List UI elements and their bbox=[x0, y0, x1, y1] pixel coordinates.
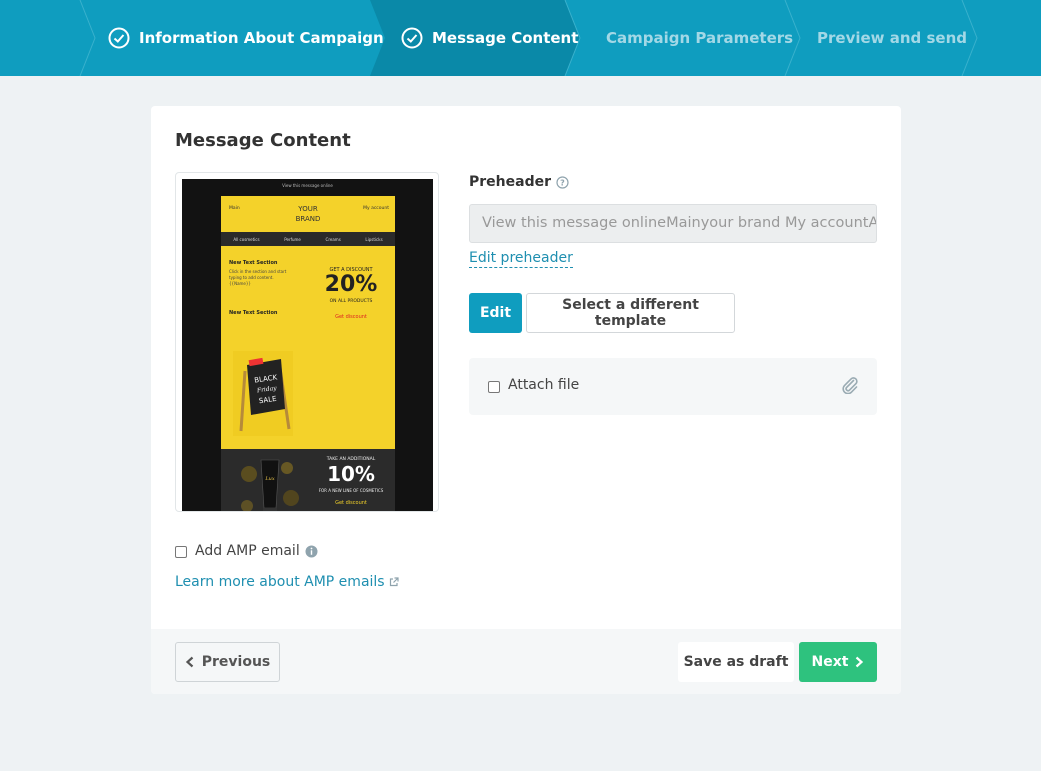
message-content-card: Message Content View this message online… bbox=[151, 106, 901, 694]
step-label: Information About Campaign bbox=[139, 29, 384, 47]
help-icon[interactable]: ? bbox=[556, 175, 569, 189]
preview-email-body: Main YOUR BRAND My account All cosmetics… bbox=[221, 196, 395, 511]
preview-line-text: FOR A NEW LINE OF COSMETICS bbox=[318, 488, 384, 493]
paperclip-icon[interactable] bbox=[841, 376, 859, 394]
preview-top-text: View this message online bbox=[282, 183, 333, 188]
svg-text:Lux: Lux bbox=[264, 476, 275, 482]
preheader-label-text: Preheader bbox=[469, 174, 551, 190]
step-message-content[interactable]: Message Content bbox=[401, 0, 578, 76]
preview-nav-item: Lipsticks bbox=[365, 236, 383, 242]
external-link-icon bbox=[389, 577, 399, 587]
edit-preheader-link[interactable]: Edit preheader bbox=[469, 249, 573, 268]
preheader-label: Preheader ? bbox=[469, 174, 569, 190]
previous-button[interactable]: Previous bbox=[175, 642, 280, 682]
amp-email-label-text: Add AMP email bbox=[195, 543, 300, 559]
next-label: Next bbox=[811, 654, 849, 670]
preview-section2: New Text Section bbox=[229, 310, 278, 316]
preview-nav-item: Creams bbox=[325, 236, 341, 242]
template-preview[interactable]: View this message online Main YOUR BRAND… bbox=[175, 172, 439, 512]
edit-button[interactable]: Edit bbox=[469, 293, 522, 333]
black-friday-sign-image: BLACK Friday SALE bbox=[233, 351, 293, 436]
select-template-button[interactable]: Select a different template bbox=[526, 293, 735, 333]
svg-text:?: ? bbox=[560, 178, 565, 187]
preview-percent2: 10% bbox=[327, 462, 375, 486]
preview-link2: Get discount bbox=[335, 500, 367, 506]
previous-label: Previous bbox=[201, 654, 271, 670]
preview-nav-item: All cosmetics bbox=[233, 236, 260, 242]
info-icon[interactable] bbox=[305, 545, 318, 558]
next-button[interactable]: Next bbox=[799, 642, 877, 682]
learn-more-amp-text: Learn more about AMP emails bbox=[175, 574, 385, 590]
progress-stepper: Information About Campaign Message Conte… bbox=[0, 0, 1041, 76]
preheader-input[interactable]: View this message onlineMainyour brand M… bbox=[469, 204, 877, 243]
attach-file-label: Attach file bbox=[508, 377, 580, 393]
check-circle-icon bbox=[108, 27, 130, 49]
amp-email-checkbox[interactable] bbox=[175, 546, 187, 558]
preview-nav-item: Perfume bbox=[284, 236, 301, 242]
attach-file-box: Attach file bbox=[469, 358, 877, 415]
step-label: Campaign Parameters bbox=[606, 29, 794, 47]
preview-percent1: 20% bbox=[324, 272, 378, 297]
learn-more-amp-link[interactable]: Learn more about AMP emails bbox=[175, 574, 399, 590]
preview-small-text: Click in the section and start typing to… bbox=[229, 269, 287, 286]
preview-on-all: ON ALL PRODUCTS bbox=[329, 299, 373, 304]
preview-nav: All cosmetics Perfume Creams Lipsticks bbox=[221, 232, 395, 246]
cosmetics-tube-image: Lux bbox=[241, 459, 299, 511]
page-title: Message Content bbox=[175, 130, 351, 151]
chevron-right-icon bbox=[856, 656, 864, 668]
amp-email-label: Add AMP email bbox=[195, 543, 318, 559]
attach-file-checkbox[interactable] bbox=[488, 381, 500, 393]
preview-account: My account bbox=[363, 206, 389, 211]
step-campaign-parameters[interactable]: Campaign Parameters bbox=[606, 0, 793, 76]
preview-link1: Get discount bbox=[335, 314, 367, 320]
check-circle-icon bbox=[401, 27, 423, 49]
step-information-about-campaign[interactable]: Information About Campaign bbox=[108, 0, 384, 76]
step-preview-and-send[interactable]: Preview and send bbox=[817, 0, 967, 76]
template-preview-image: View this message online Main YOUR BRAND… bbox=[182, 179, 433, 511]
preview-section1: New Text Section bbox=[229, 260, 278, 266]
chevron-left-icon bbox=[185, 656, 193, 668]
preview-brand-line2: BRAND bbox=[295, 215, 321, 223]
step-label: Message Content bbox=[432, 29, 579, 47]
step-label: Preview and send bbox=[817, 29, 968, 47]
save-as-draft-button[interactable]: Save as draft bbox=[678, 642, 794, 682]
